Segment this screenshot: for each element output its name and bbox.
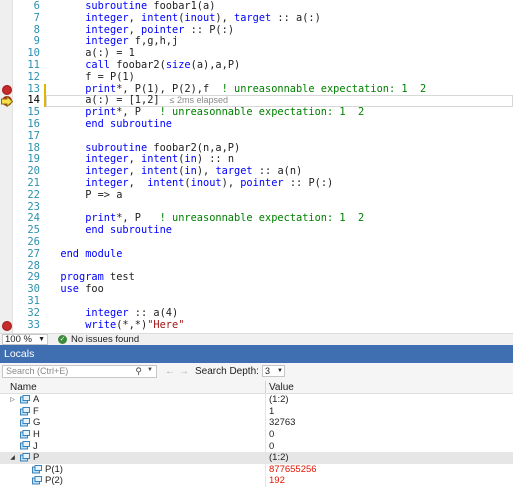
- search-options-chevron-icon[interactable]: ▼: [147, 367, 153, 373]
- local-variable-icon: [20, 429, 30, 439]
- line-number: 17: [27, 129, 40, 142]
- variable-value[interactable]: 0: [266, 429, 274, 440]
- variable-value[interactable]: 1: [266, 406, 274, 417]
- line-number: 22: [27, 188, 40, 201]
- variable-value[interactable]: (1:2): [266, 452, 289, 463]
- variable-name: A: [33, 394, 40, 406]
- issues-text: No issues found: [71, 334, 140, 345]
- zoom-dropdown[interactable]: 100 % ▼: [2, 334, 48, 345]
- variable-name-cell: P(2): [0, 475, 266, 487]
- breakpoint-icon[interactable]: [2, 84, 12, 95]
- line-number: 32: [27, 306, 40, 319]
- local-variable-icon: [20, 406, 30, 416]
- variable-name: P(2): [45, 475, 63, 487]
- issues-indicator[interactable]: ✓ No issues found: [58, 334, 139, 345]
- locals-row[interactable]: F1: [0, 405, 513, 418]
- code-line[interactable]: end subroutine: [48, 224, 172, 237]
- local-variable-icon: [20, 418, 30, 427]
- locals-title-bar: Locals: [0, 345, 513, 363]
- code-line[interactable]: end subroutine: [48, 118, 172, 131]
- line-number: 7: [33, 11, 40, 24]
- variable-name-cell: H: [0, 428, 266, 441]
- breakpoint-gutter[interactable]: [0, 0, 13, 333]
- local-variable-icon: [20, 453, 30, 462]
- code-editor[interactable]: 6 subroutine foobar1(a) 7 integer, intent…: [0, 0, 513, 333]
- search-back-arrow-icon[interactable]: ←: [165, 366, 175, 377]
- locals-window: Locals Search (Ctrl+E) ⚲ ▼ ← → Search De…: [0, 345, 513, 500]
- locals-rows: ▷ A (1:2) F 1 G 32763 H 0 J 0 ◢ P (1:2) P(1) 877655256 P…: [0, 394, 513, 487]
- code-line[interactable]: P => a: [48, 189, 122, 202]
- search-depth-dropdown[interactable]: 3 ▼: [261, 365, 285, 377]
- zoom-value: 100 %: [5, 334, 32, 345]
- variable-name: J: [33, 440, 38, 452]
- local-variable-icon: [20, 441, 30, 450]
- modified-lines-indicator: [44, 83, 46, 108]
- search-forward-arrow-icon[interactable]: →: [179, 366, 189, 377]
- current-statement-arrow-icon: [1, 95, 13, 107]
- expand-triangle-icon[interactable]: ▷: [9, 396, 16, 403]
- variable-name-cell: P(1): [0, 463, 266, 476]
- search-depth-value: 3: [264, 366, 270, 376]
- variable-name: F: [33, 405, 39, 417]
- variable-name: P(1): [45, 463, 63, 475]
- column-header-name[interactable]: Name: [0, 381, 266, 393]
- variable-name-cell: J: [0, 440, 266, 452]
- locals-row[interactable]: ▷ A (1:2): [0, 394, 513, 406]
- variable-value[interactable]: (1:2): [266, 394, 289, 405]
- breakpoint-icon[interactable]: [2, 320, 12, 331]
- variable-value[interactable]: 32763: [266, 417, 295, 428]
- line-number: 12: [27, 70, 40, 83]
- locals-toolbar: Search (Ctrl+E) ⚲ ▼ ← → Search Depth: 3 …: [0, 363, 513, 379]
- variable-name-cell: ▷ A: [0, 394, 266, 406]
- locals-title: Locals: [4, 348, 35, 360]
- search-icon[interactable]: ⚲: [135, 366, 142, 377]
- code-line[interactable]: use foo: [48, 283, 103, 296]
- search-placeholder: Search (Ctrl+E): [6, 366, 69, 376]
- locals-search-input[interactable]: Search (Ctrl+E) ⚲ ▼: [2, 364, 157, 378]
- locals-grid: Name Value ▷ A (1:2) F 1 G 32763 H 0 J 0 ◢ P (1:2) P(1…: [0, 381, 513, 500]
- variable-value[interactable]: 0: [266, 441, 274, 452]
- variable-value[interactable]: 192: [266, 475, 285, 486]
- chevron-down-icon: ▼: [276, 368, 283, 374]
- local-variable-icon: [32, 464, 42, 474]
- locals-grid-header: Name Value: [0, 381, 513, 394]
- column-header-value[interactable]: Value: [266, 381, 294, 393]
- editor-status-bar: 100 % ▼ ✓ No issues found: [0, 333, 513, 345]
- locals-row[interactable]: G 32763: [0, 417, 513, 429]
- line-number: 33: [27, 318, 40, 331]
- variable-name-cell: G: [0, 417, 266, 429]
- local-variable-icon: [20, 395, 30, 404]
- variable-name: P: [33, 452, 40, 464]
- locals-row[interactable]: J0: [0, 440, 513, 452]
- variable-name: H: [33, 429, 40, 441]
- code-line[interactable]: write(*,*)"Here": [48, 319, 184, 332]
- search-depth-label: Search Depth:: [195, 365, 259, 377]
- locals-row[interactable]: ◢ P (1:2): [0, 451, 513, 464]
- variable-name-cell: F: [0, 405, 266, 418]
- locals-row[interactable]: H0: [0, 428, 513, 441]
- variable-value[interactable]: 877655256: [266, 464, 317, 475]
- variable-name-cell: ◢ P: [0, 451, 266, 464]
- line-number: 27: [27, 247, 40, 260]
- locals-row[interactable]: P(2) 192: [0, 475, 513, 487]
- chevron-down-icon: ▼: [38, 336, 45, 343]
- check-circle-icon: ✓: [58, 335, 67, 344]
- collapse-triangle-icon[interactable]: ◢: [9, 454, 16, 461]
- code-line[interactable]: end module: [48, 248, 122, 261]
- locals-row[interactable]: P(1) 877655256: [0, 463, 513, 476]
- local-variable-icon: [32, 476, 42, 485]
- variable-name: G: [33, 417, 41, 429]
